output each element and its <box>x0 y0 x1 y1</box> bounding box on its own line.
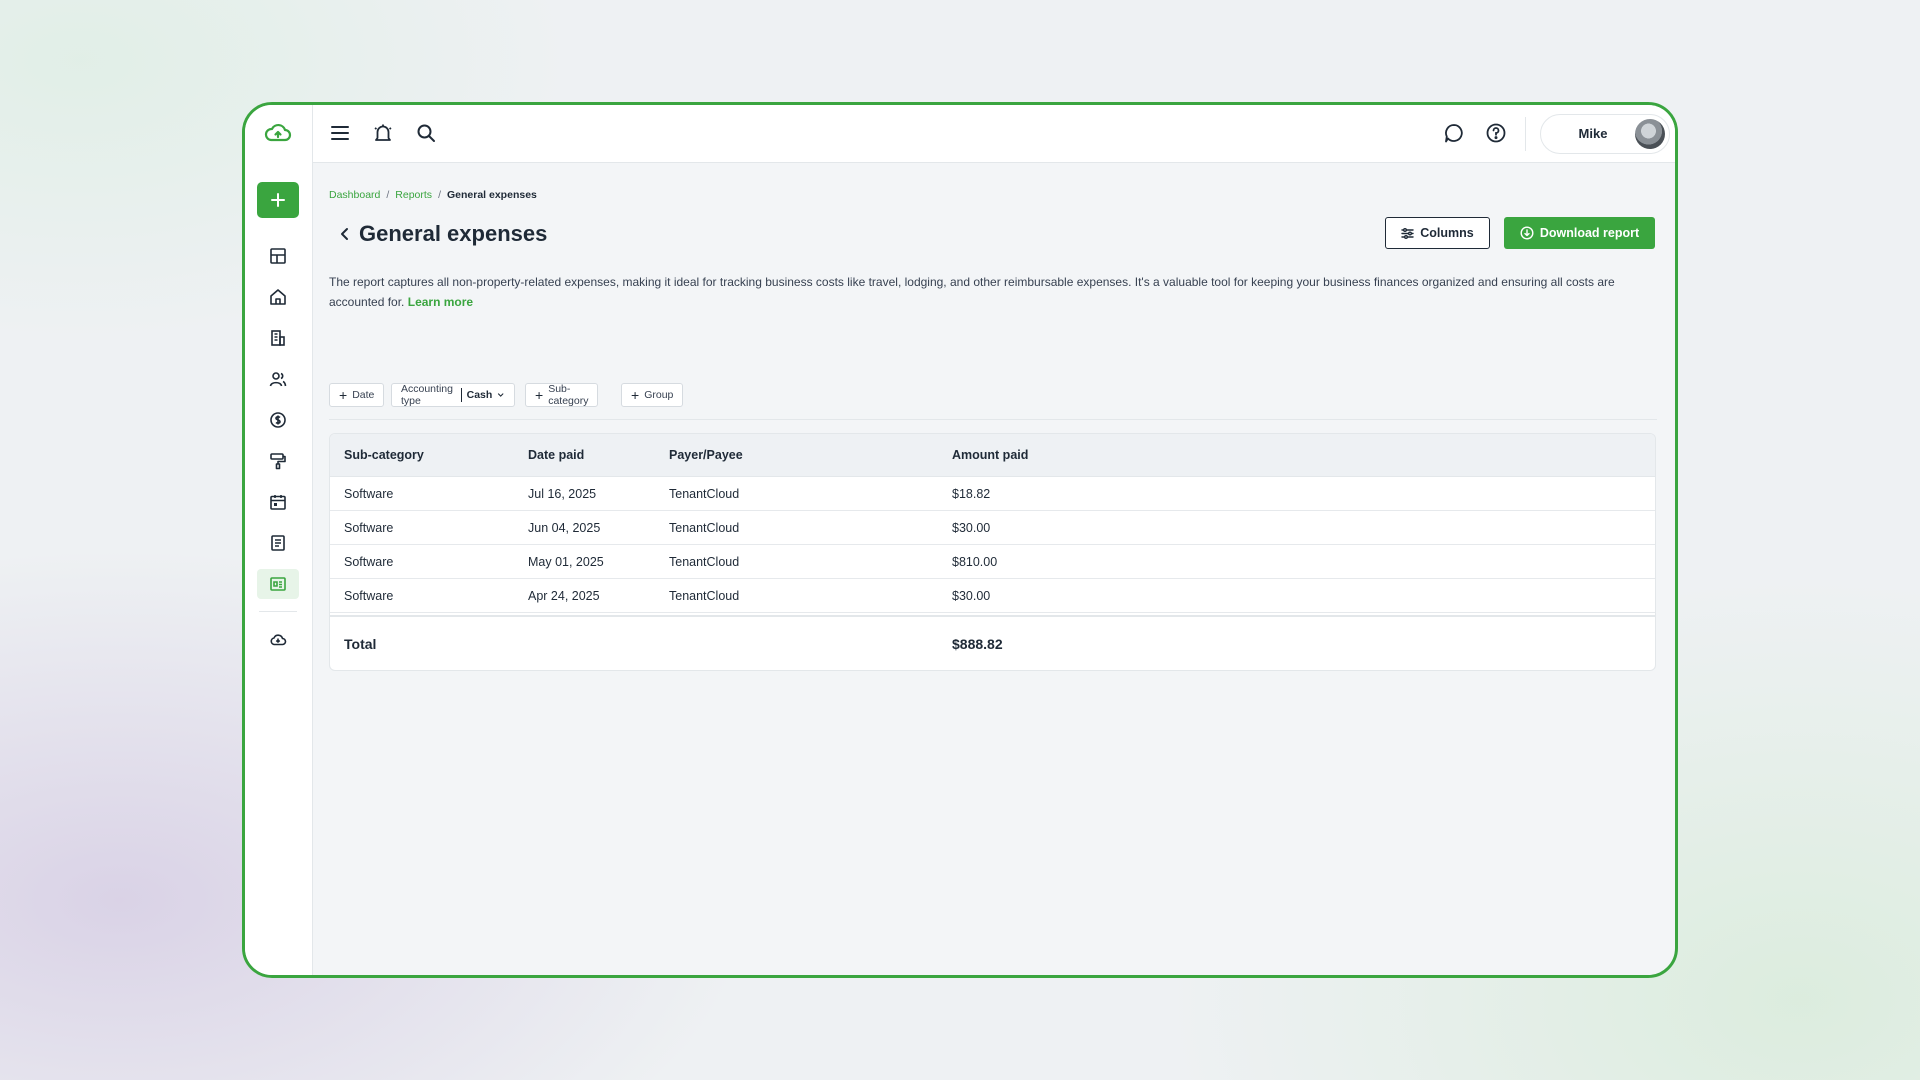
search-icon[interactable] <box>413 120 439 146</box>
cell-date-paid: May 01, 2025 <box>528 554 604 569</box>
table-row[interactable]: Software May 01, 2025 TenantCloud $810.0… <box>330 545 1655 579</box>
learn-more-link[interactable]: Learn more <box>408 295 473 309</box>
plus-icon: + <box>339 387 348 403</box>
accounting-type-label: Accounting type <box>401 383 453 407</box>
breadcrumb-separator: / <box>386 189 390 201</box>
avatar <box>1635 119 1665 149</box>
building-icon <box>271 330 285 346</box>
header-payer-payee[interactable]: Payer/Payee <box>669 434 743 476</box>
sidebar-item-accounting[interactable] <box>257 405 299 435</box>
filter-group-label: Group <box>644 389 674 401</box>
user-name: Mike <box>1578 126 1608 141</box>
columns-button[interactable]: Columns <box>1385 217 1490 249</box>
report-table: Sub-category Date paid Payer/Payee Amoun… <box>329 433 1656 671</box>
table-row[interactable]: Software Jun 04, 2025 TenantCloud $30.00 <box>330 511 1655 545</box>
chat-icon[interactable] <box>1441 120 1467 146</box>
total-value: $888.82 <box>952 636 1003 652</box>
add-button[interactable] <box>257 182 299 218</box>
home-icon <box>270 289 286 305</box>
table-header: Sub-category Date paid Payer/Payee Amoun… <box>330 434 1655 477</box>
breadcrumb: Dashboard / Reports / General expenses <box>329 189 537 201</box>
sidebar-item-maintenance[interactable] <box>257 446 299 476</box>
cell-sub-category: Software <box>344 520 394 535</box>
sidebar-item-calendar[interactable] <box>257 487 299 517</box>
filter-accounting-type-select[interactable]: Accounting type Cash <box>391 383 515 407</box>
filter-date-chip[interactable]: + Date <box>329 383 385 407</box>
header-sub-category[interactable]: Sub-category <box>344 434 424 476</box>
filter-sub-category-label: Sub-category <box>548 383 589 407</box>
description-text: The report captures all non-property-rel… <box>329 275 1615 309</box>
cell-amount-paid: $810.00 <box>952 554 998 569</box>
cell-amount-paid: $30.00 <box>952 520 991 535</box>
sidebar-item-units[interactable] <box>257 323 299 353</box>
breadcrumb-reports[interactable]: Reports <box>395 189 432 201</box>
paint-roller-icon <box>270 453 286 470</box>
filter-divider <box>329 419 1657 420</box>
help-icon[interactable] <box>1483 120 1509 146</box>
back-chevron-icon[interactable] <box>335 224 355 244</box>
cell-sub-category: Software <box>344 588 394 603</box>
download-report-label: Download report <box>1539 226 1640 240</box>
cell-date-paid: Jul 16, 2025 <box>528 486 597 501</box>
filter-sub-category-chip[interactable]: + Sub-category <box>525 383 599 407</box>
page-title: General expenses <box>359 221 548 246</box>
sidebar-item-reports[interactable] <box>257 569 299 599</box>
main-content: Dashboard / Reports / General expenses G… <box>313 163 1675 975</box>
header-date-paid[interactable]: Date paid <box>528 434 584 476</box>
sidebar-item-cloud[interactable] <box>257 624 299 654</box>
report-description: The report captures all non-property-rel… <box>329 273 1659 312</box>
app-window: Mike Dashboard / Reports / General expen… <box>242 102 1678 978</box>
menu-icon[interactable] <box>327 120 353 146</box>
cell-payer-payee: TenantCloud <box>669 554 740 569</box>
sidebar-item-documents[interactable] <box>257 528 299 558</box>
sidebar-divider <box>259 611 297 612</box>
cell-date-paid: Apr 24, 2025 <box>528 588 600 603</box>
filter-group-chip[interactable]: + Group <box>621 383 684 407</box>
download-report-button[interactable]: Download report <box>1504 217 1655 249</box>
document-icon <box>271 535 285 551</box>
chip-divider <box>460 388 462 402</box>
cell-sub-category: Software <box>344 554 394 569</box>
dollar-icon <box>270 412 286 428</box>
topbar-divider <box>1525 117 1526 151</box>
breadcrumb-current: General expenses <box>446 189 537 201</box>
chevron-down-icon <box>498 393 504 397</box>
breadcrumb-separator: / <box>438 189 441 201</box>
sidebar-item-dashboard[interactable] <box>257 241 299 271</box>
user-menu[interactable]: Mike <box>1540 114 1670 154</box>
sliders-icon <box>1401 227 1414 239</box>
filter-date-label: Date <box>352 389 375 401</box>
cell-payer-payee: TenantCloud <box>669 486 740 501</box>
cell-payer-payee: TenantCloud <box>669 520 740 535</box>
cell-amount-paid: $18.82 <box>952 486 991 501</box>
cell-amount-paid: $30.00 <box>952 588 991 603</box>
table-total-row: Total $888.82 <box>330 615 1655 670</box>
header-amount-paid[interactable]: Amount paid <box>952 434 1028 476</box>
calendar-icon <box>270 495 286 510</box>
sidebar <box>245 105 313 975</box>
accounting-type-value: Cash <box>466 389 493 401</box>
table-row[interactable]: Software Jul 16, 2025 TenantCloud $18.82 <box>330 477 1655 511</box>
table-row[interactable]: Software Apr 24, 2025 TenantCloud $30.00 <box>330 579 1655 613</box>
people-icon <box>269 372 287 387</box>
total-label: Total <box>344 636 377 652</box>
sidebar-item-properties[interactable] <box>257 282 299 312</box>
cell-sub-category: Software <box>344 486 394 501</box>
columns-button-label: Columns <box>1420 226 1474 240</box>
breadcrumb-dashboard[interactable]: Dashboard <box>329 189 380 201</box>
cloud-download-icon <box>1520 226 1534 240</box>
cell-date-paid: Jun 04, 2025 <box>528 520 601 535</box>
plus-icon: + <box>535 387 544 403</box>
notification-bell-icon[interactable] <box>370 120 396 146</box>
dashboard-grid-icon <box>270 248 286 264</box>
cell-payer-payee: TenantCloud <box>669 588 740 603</box>
sidebar-item-people[interactable] <box>257 364 299 394</box>
reports-icon <box>270 577 286 591</box>
top-bar: Mike <box>313 105 1675 163</box>
plus-icon: + <box>631 387 640 403</box>
cloud-download-icon <box>270 634 287 646</box>
cloud-logo-icon[interactable] <box>262 121 294 145</box>
